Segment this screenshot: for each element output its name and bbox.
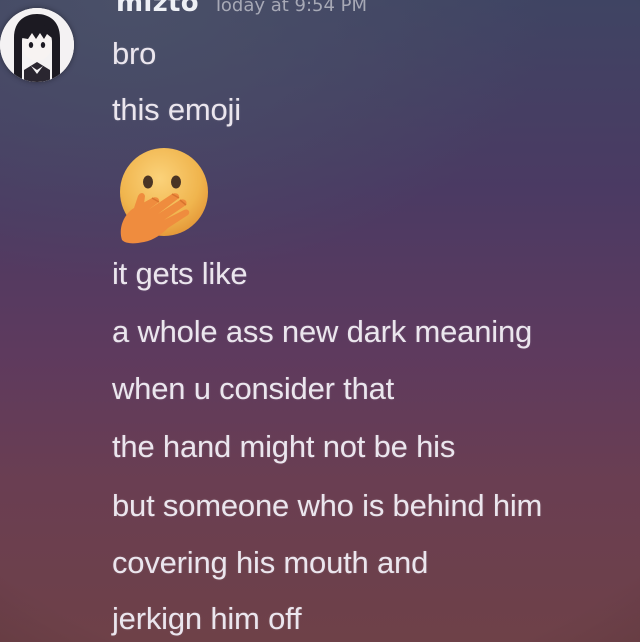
message-header: mizto Today at 9:54 PM (116, 0, 367, 18)
avatar[interactable] (0, 8, 74, 82)
message-line: but someone who is behind him (112, 488, 543, 523)
message-line: when u consider that (112, 371, 395, 406)
message-line: covering his mouth and (112, 545, 429, 580)
message-line: it gets like (112, 256, 248, 291)
message-line: jerkign him off (112, 601, 302, 636)
timestamp: Today at 9:54 PM (212, 0, 368, 16)
username[interactable]: mizto (116, 0, 199, 18)
message-line: this emoji (112, 92, 241, 127)
message-line: a whole ass new dark meaning (112, 314, 533, 349)
message-line: the hand might not be his (112, 429, 456, 464)
face-with-hand-over-mouth-icon (114, 148, 216, 246)
message-line: bro (112, 36, 157, 71)
